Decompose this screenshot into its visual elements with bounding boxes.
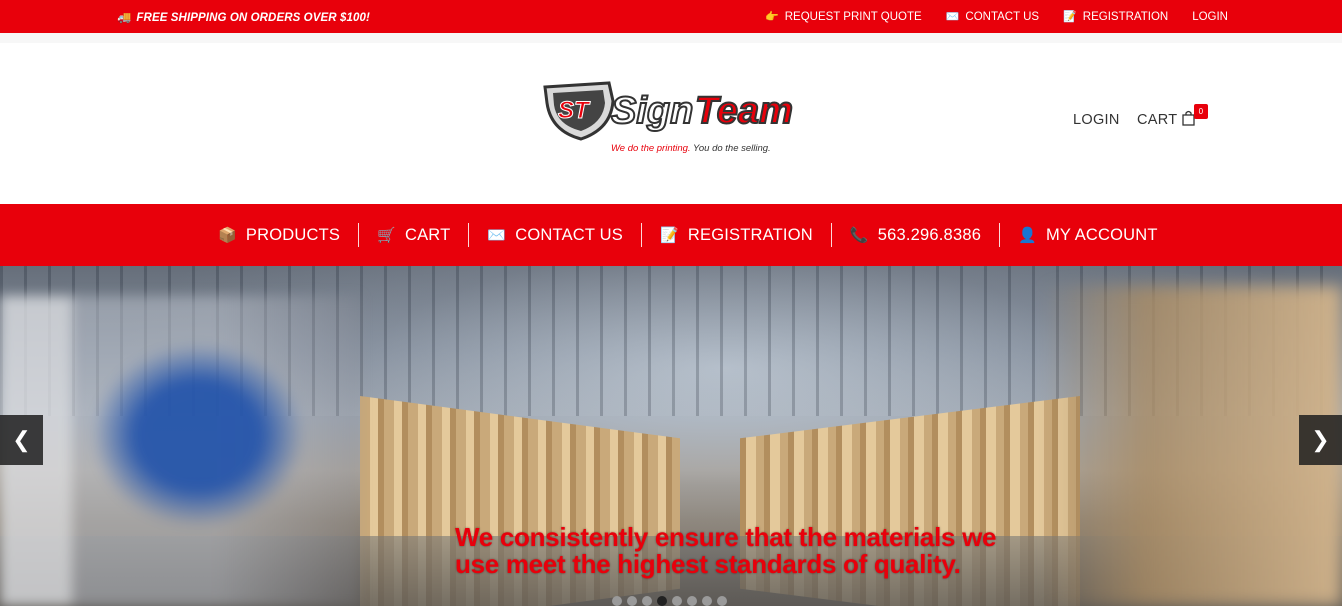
contact-us-link[interactable]: ✉️ CONTACT US: [945, 10, 1039, 24]
svg-text:ST: ST: [558, 97, 591, 124]
envelope-icon: ✉️: [487, 227, 507, 244]
svg-text:Sign: Sign: [611, 90, 693, 132]
chevron-right-icon: ❯: [1311, 427, 1330, 452]
main-nav: 📦 PRODUCTS 🛒 CART ✉️ CONTACT US 📝 REGISTRATI…: [0, 204, 1342, 266]
slider-dot[interactable]: [657, 596, 667, 606]
hero-slider: We consistently ensure that the material…: [0, 266, 1342, 606]
hero-caption: We consistently ensure that the material…: [455, 522, 997, 579]
request-print-quote-link[interactable]: 👉 REQUEST PRINT QUOTE: [765, 10, 922, 24]
topbar-spacer: [0, 33, 1342, 43]
login-link[interactable]: LOGIN: [1192, 10, 1228, 23]
phone-icon: 📞: [849, 227, 869, 244]
nav-item-my-account[interactable]: 👤 MY ACCOUNT: [1000, 223, 1176, 247]
top-utility-bar: 🚚 FREE SHIPPING ON ORDERS OVER $100! 👉 REQ…: [0, 0, 1342, 33]
svg-text:Team: Team: [695, 90, 793, 132]
slider-dot[interactable]: [672, 596, 682, 606]
nav-item-registration[interactable]: 📝 REGISTRATION: [642, 223, 832, 247]
package-icon: 📦: [218, 227, 237, 244]
registration-link[interactable]: 📝 REGISTRATION: [1063, 10, 1168, 24]
site-header: ST Sign Team We do the printing. You do …: [0, 43, 1342, 204]
slider-pagination: [612, 596, 727, 606]
document-icon: 📝: [1063, 11, 1077, 23]
nav-item-contact-us[interactable]: ✉️ CONTACT US: [469, 223, 643, 247]
cart-icon: 🛒: [377, 227, 396, 244]
header-login-link[interactable]: LOGIN: [1073, 112, 1120, 128]
top-links: 👉 REQUEST PRINT QUOTE ✉️ CONTACT US 📝 REGIS…: [765, 10, 1228, 24]
cart-count-badge: 0: [1194, 104, 1208, 119]
slider-dot[interactable]: [702, 596, 712, 606]
forklift-operator-image: [0, 296, 360, 606]
truck-icon: 🚚: [117, 12, 132, 24]
signteam-logo[interactable]: ST Sign Team We do the printing. You do …: [541, 81, 801, 159]
pointing-hand-icon: 👉: [765, 11, 779, 23]
header-cart-link[interactable]: CART 0: [1137, 104, 1208, 128]
user-icon: 👤: [1018, 227, 1037, 244]
free-shipping-promo: 🚚 FREE SHIPPING ON ORDERS OVER $100!: [117, 12, 370, 24]
envelope-icon: ✉️: [945, 11, 960, 23]
logo-mark: ST Sign Team: [543, 81, 794, 141]
slider-next-button[interactable]: ❯: [1299, 415, 1342, 465]
slider-dot[interactable]: [612, 596, 622, 606]
nav-item-cart[interactable]: 🛒 CART: [359, 223, 470, 247]
logo-tagline: We do the printing. You do the selling.: [611, 143, 771, 154]
nav-item-products[interactable]: 📦 PRODUCTS: [200, 223, 360, 247]
nav-item-phone[interactable]: 📞 563.296.8386: [832, 223, 1001, 247]
slider-dot[interactable]: [642, 596, 652, 606]
slider-dot[interactable]: [717, 596, 727, 606]
document-icon: 📝: [660, 227, 679, 244]
slider-dot[interactable]: [627, 596, 637, 606]
slider-dot[interactable]: [687, 596, 697, 606]
chevron-left-icon: ❮: [12, 427, 31, 452]
slider-prev-button[interactable]: ❮: [0, 415, 43, 465]
